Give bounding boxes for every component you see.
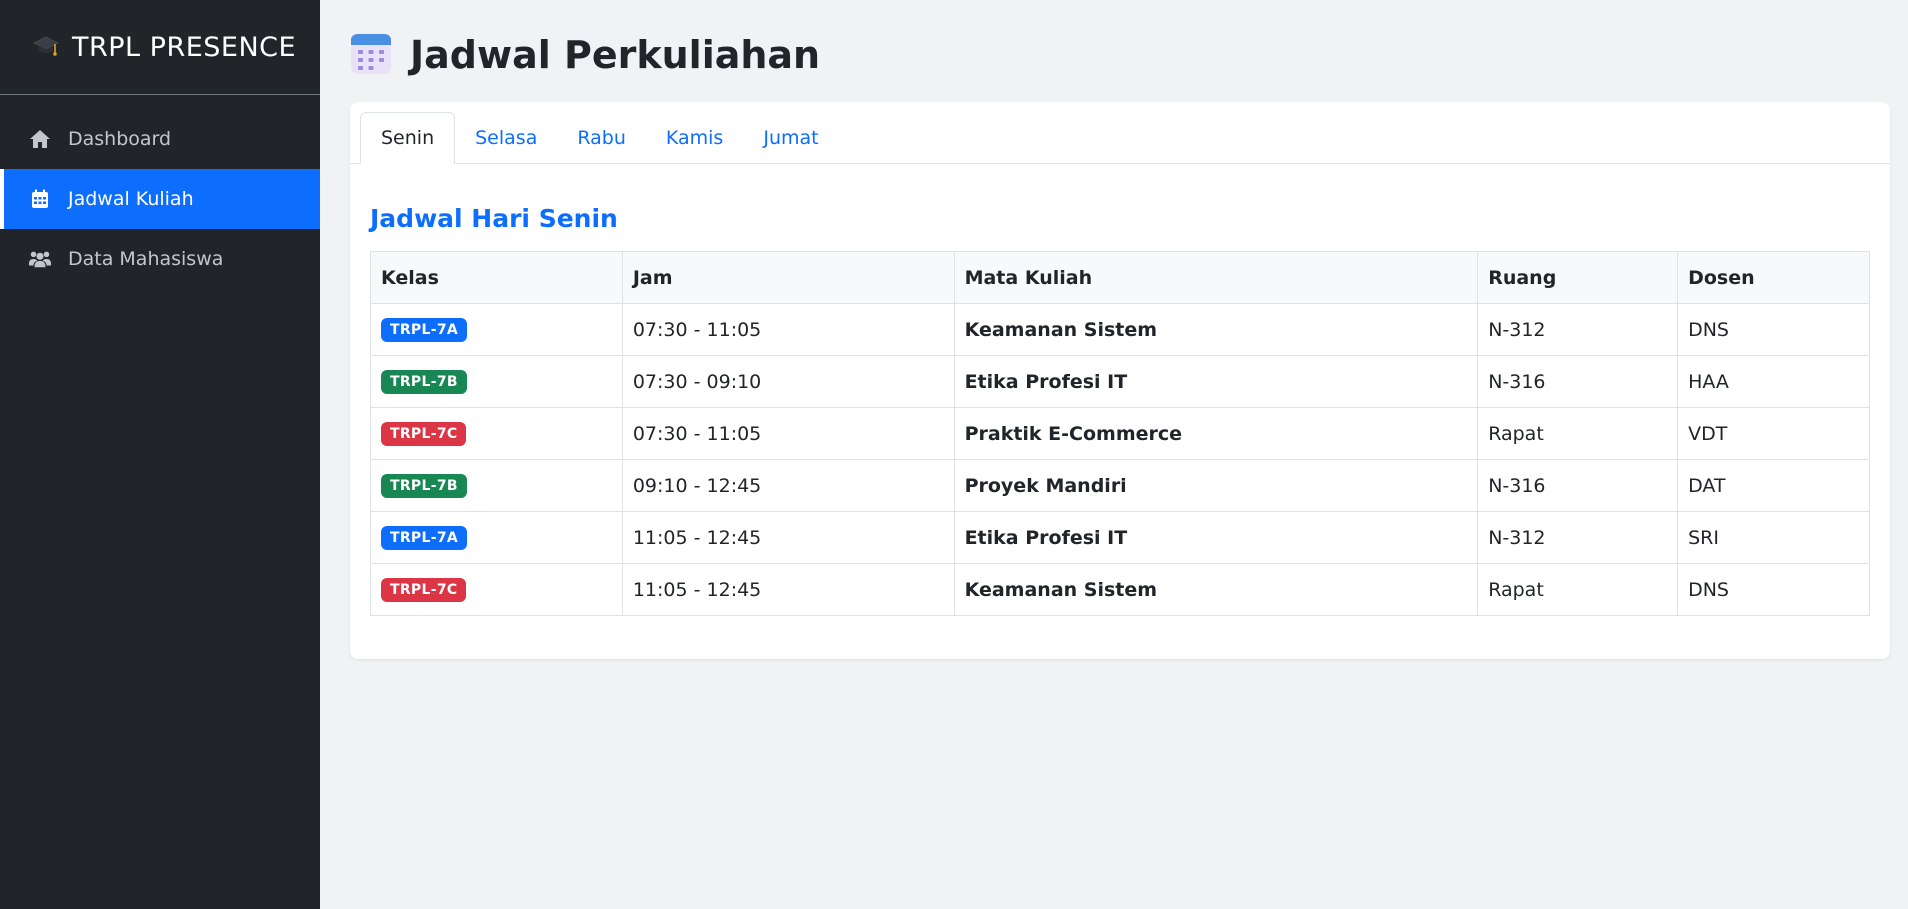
sidebar-item-label: Jadwal Kuliah <box>68 188 194 210</box>
graduation-cap-icon <box>32 31 60 63</box>
tab-rabu[interactable]: Rabu <box>557 112 646 164</box>
ruang-cell: N-316 <box>1477 355 1679 408</box>
brand[interactable]: TRPL PRESENCE <box>0 0 320 95</box>
class-badge: TRPL-7A <box>381 318 467 342</box>
table-row: TRPL-7A 11:05 - 12:45 Etika Profesi IT N… <box>370 511 1870 564</box>
page-header: Jadwal Perkuliahan <box>350 30 1890 80</box>
dosen-cell: DAT <box>1677 459 1870 512</box>
mata-kuliah-cell: Etika Profesi IT <box>953 355 1479 408</box>
dosen-cell: VDT <box>1677 407 1870 460</box>
users-icon <box>28 247 52 271</box>
jam-cell: 07:30 - 11:05 <box>621 407 955 460</box>
ruang-cell: Rapat <box>1477 407 1679 460</box>
kelas-cell: TRPL-7C <box>370 407 623 460</box>
table-row: TRPL-7C 07:30 - 11:05 Praktik E-Commerce… <box>370 407 1870 460</box>
dosen-cell: SRI <box>1677 511 1870 564</box>
main-content: Jadwal Perkuliahan Senin Selasa Rabu Kam… <box>320 0 1908 909</box>
ruang-cell: Rapat <box>1477 563 1679 616</box>
sidebar-item-data-mahasiswa[interactable]: Data Mahasiswa <box>0 229 320 289</box>
column-header-kelas: Kelas <box>370 251 623 304</box>
jam-cell: 07:30 - 11:05 <box>621 303 955 356</box>
ruang-cell: N-312 <box>1477 511 1679 564</box>
mata-kuliah-cell: Etika Profesi IT <box>953 511 1479 564</box>
kelas-cell: TRPL-7B <box>370 459 623 512</box>
sidebar-item-label: Data Mahasiswa <box>68 248 224 270</box>
card-body: Jadwal Hari Senin Kelas Jam Mata Kuliah … <box>350 164 1890 616</box>
class-badge: TRPL-7B <box>381 370 467 394</box>
kelas-cell: TRPL-7A <box>370 303 623 356</box>
class-badge: TRPL-7C <box>381 422 467 446</box>
brand-title: TRPL PRESENCE <box>72 31 297 63</box>
home-icon <box>28 127 52 151</box>
page-title: Jadwal Perkuliahan <box>410 33 821 77</box>
mata-kuliah-cell: Proyek Mandiri <box>953 459 1479 512</box>
mata-kuliah-cell: Keamanan Sistem <box>953 563 1479 616</box>
class-badge: TRPL-7B <box>381 474 467 498</box>
schedule-title: Jadwal Hari Senin <box>370 204 618 233</box>
mata-kuliah-cell: Keamanan Sistem <box>953 303 1479 356</box>
kelas-cell: TRPL-7B <box>370 355 623 408</box>
column-header-ruang: Ruang <box>1477 251 1679 304</box>
class-badge: TRPL-7A <box>381 526 467 550</box>
column-header-mata-kuliah: Mata Kuliah <box>953 251 1479 304</box>
schedule-card: Senin Selasa Rabu Kamis Jumat Jadwal Har… <box>350 102 1890 659</box>
jam-cell: 11:05 - 12:45 <box>621 511 955 564</box>
sidebar: TRPL PRESENCE Dashboard Jadwal Kuliah Da… <box>0 0 320 909</box>
ruang-cell: N-316 <box>1477 459 1679 512</box>
sidebar-item-dashboard[interactable]: Dashboard <box>0 109 320 169</box>
day-tabs: Senin Selasa Rabu Kamis Jumat <box>350 112 1890 164</box>
table-row: TRPL-7A 07:30 - 11:05 Keamanan Sistem N-… <box>370 303 1870 356</box>
jam-cell: 07:30 - 09:10 <box>621 355 955 408</box>
tab-senin[interactable]: Senin <box>360 112 456 164</box>
table-row: TRPL-7B 07:30 - 09:10 Etika Profesi IT N… <box>370 355 1870 408</box>
calendar-icon <box>28 187 52 211</box>
column-header-jam: Jam <box>621 251 955 304</box>
jam-cell: 11:05 - 12:45 <box>621 563 955 616</box>
class-badge: TRPL-7C <box>381 578 467 602</box>
table-row: TRPL-7C 11:05 - 12:45 Keamanan Sistem Ra… <box>370 563 1870 616</box>
mata-kuliah-cell: Praktik E-Commerce <box>953 407 1479 460</box>
ruang-cell: N-312 <box>1477 303 1679 356</box>
schedule-table: Kelas Jam Mata Kuliah Ruang Dosen TRPL-7… <box>370 251 1870 616</box>
dosen-cell: HAA <box>1677 355 1870 408</box>
jam-cell: 09:10 - 12:45 <box>621 459 955 512</box>
dosen-cell: DNS <box>1677 303 1870 356</box>
tab-selasa[interactable]: Selasa <box>455 112 557 164</box>
sidebar-item-jadwal-kuliah[interactable]: Jadwal Kuliah <box>0 169 320 229</box>
table-row: TRPL-7B 09:10 - 12:45 Proyek Mandiri N-3… <box>370 459 1870 512</box>
sidebar-nav: Dashboard Jadwal Kuliah Data Mahasiswa <box>0 95 320 289</box>
column-header-dosen: Dosen <box>1677 251 1870 304</box>
kelas-cell: TRPL-7C <box>370 563 623 616</box>
tab-kamis[interactable]: Kamis <box>646 112 743 164</box>
kelas-cell: TRPL-7A <box>370 511 623 564</box>
sidebar-item-label: Dashboard <box>68 128 172 150</box>
tab-jumat[interactable]: Jumat <box>743 112 838 164</box>
table-header-row: Kelas Jam Mata Kuliah Ruang Dosen <box>370 251 1870 304</box>
calendar-icon <box>350 31 392 79</box>
dosen-cell: DNS <box>1677 563 1870 616</box>
